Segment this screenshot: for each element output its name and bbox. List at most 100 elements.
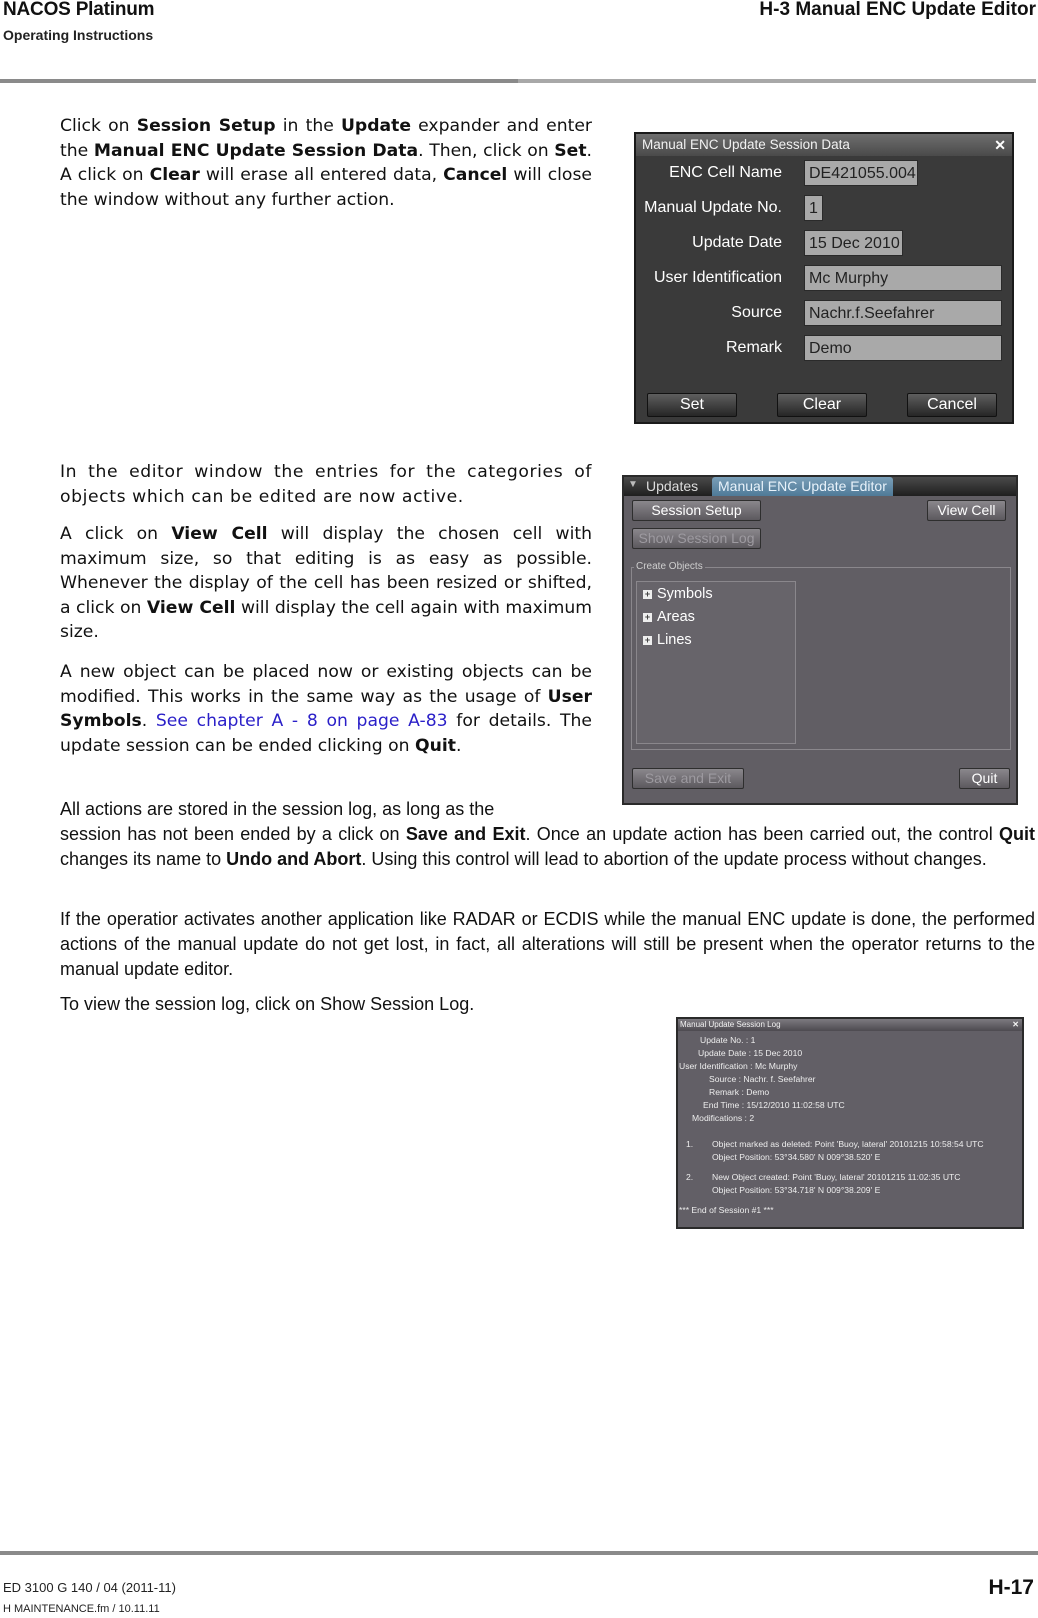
log-entry-line: Object marked as deleted: Point 'Buoy, l… [712, 1139, 984, 1149]
header-divider [0, 79, 1036, 83]
text: . [456, 735, 462, 756]
update-date-input[interactable]: 15 Dec 2010 [804, 230, 903, 256]
paragraph-other-application: If the operatior activates another appli… [60, 909, 1035, 979]
log-end-marker: *** End of Session #1 *** [679, 1205, 774, 1215]
term-view-cell: View Cell [146, 597, 236, 618]
expander-triangle-icon[interactable]: ▼ [628, 479, 638, 490]
dialog-titlebar: Manual ENC Update Session Data ✕ [636, 134, 1012, 156]
source-input[interactable]: Nachr.f.Seefahrer [804, 300, 1002, 326]
field-row-update-date: Update Date 15 Dec 2010 [636, 230, 1012, 258]
footer-divider [0, 1551, 1038, 1555]
expand-plus-icon[interactable]: + [643, 613, 652, 622]
text: session has not been ended by a click on [60, 824, 406, 844]
log-header-line: Remark : Demo [709, 1087, 770, 1097]
close-icon[interactable]: ✕ [994, 134, 1006, 156]
document-subtitle: Operating Instructions [3, 27, 154, 43]
log-entry-position: Object Position: 53°34.580' N 009°38.520… [712, 1152, 881, 1162]
text: . Once an update action has been carried… [525, 824, 999, 844]
show-session-log-button[interactable]: Show Session Log [632, 528, 761, 549]
term-update: Update [340, 116, 411, 136]
field-row-remark: Remark Demo [636, 335, 1012, 363]
field-label: Manual Update No. [644, 199, 782, 216]
cancel-button[interactable]: Cancel [907, 393, 997, 417]
session-data-dialog: Manual ENC Update Session Data ✕ ENC Cel… [634, 132, 1014, 424]
enc-cell-name-input[interactable]: DE421055.004 [804, 160, 918, 186]
text: . [141, 711, 156, 731]
clear-button[interactable]: Clear [777, 393, 867, 417]
field-label: Remark [725, 339, 782, 356]
tree-item-areas[interactable]: + Areas [643, 609, 695, 625]
update-no-input[interactable]: 1 [804, 195, 823, 221]
term-quit: Quit [998, 824, 1035, 844]
field-label: User Identification [653, 269, 782, 286]
create-objects-label: Create Objects [634, 561, 705, 572]
log-entry-line: New Object created: Point 'Buoy, lateral… [712, 1172, 961, 1182]
tree-item-label: Areas [657, 609, 695, 625]
field-row-source: Source Nachr.f.Seefahrer [636, 300, 1012, 328]
paragraph-session-log-intro: All actions are stored in the session lo… [60, 799, 495, 819]
term-set: Set [554, 140, 587, 161]
quit-button[interactable]: Quit [959, 768, 1010, 789]
text: A new object can be placed now or existi… [60, 662, 592, 707]
log-entry-number: 1. [686, 1139, 694, 1149]
document-id: ED 3100 G 140 / 04 (2011-11) [3, 1580, 176, 1595]
view-cell-button[interactable]: View Cell [927, 500, 1006, 521]
log-header-line: Source : Nachr. f. Seefahrer [709, 1074, 816, 1084]
session-setup-button[interactable]: Session Setup [632, 500, 761, 521]
section-title: H-3 Manual ENC Update Editor [759, 0, 1036, 20]
expand-plus-icon[interactable]: + [643, 636, 652, 645]
field-label: Update Date [692, 234, 782, 251]
set-button[interactable]: Set [647, 393, 737, 417]
paragraph-view-cell: A click on View Cell will display the ch… [60, 522, 592, 645]
text: will erase all entered data, [199, 165, 444, 185]
text: Click on [60, 116, 137, 136]
user-identification-input[interactable]: Mc Murphy [804, 265, 1002, 291]
log-title: Manual Update Session Log [680, 1020, 781, 1029]
page-number: H-17 [988, 1576, 1034, 1599]
term-session-setup: Session Setup [136, 116, 276, 136]
expand-plus-icon[interactable]: + [643, 590, 652, 599]
log-header-line: Update Date : 15 Dec 2010 [698, 1048, 803, 1058]
save-and-exit-button[interactable]: Save and Exit [632, 768, 744, 789]
field-row-user-id: User Identification Mc Murphy [636, 265, 1012, 293]
object-category-tree: + Symbols + Areas + Lines [636, 581, 796, 744]
product-title: NACOS Platinum [3, 0, 155, 20]
text: . Then, click on [418, 140, 555, 161]
source-file: H MAINTENANCE.fm / 10.11.11 [3, 1603, 160, 1615]
log-header-line: End Time : 15/12/2010 11:02:58 UTC [703, 1100, 845, 1110]
log-entry-position: Object Position: 53°34.718' N 009°38.209… [712, 1185, 881, 1195]
paragraph-editor-window: In the editor window the entries for the… [60, 462, 592, 507]
chapter-cross-reference-link[interactable]: See chapter A - 8 on page A-83 [156, 711, 448, 731]
field-label: ENC Cell Name [669, 164, 782, 181]
term-quit: Quit [415, 735, 457, 756]
tree-item-symbols[interactable]: + Symbols [643, 586, 713, 602]
paragraph-new-object: A new object can be placed now or existi… [60, 660, 592, 758]
remark-input[interactable]: Demo [804, 335, 1002, 361]
term-save-and-exit: Save and Exit [405, 824, 526, 844]
field-row-enc-cell-name: ENC Cell Name DE421055.004 [636, 160, 1012, 188]
tab-bar: ▼ Updates Manual ENC Update Editor [624, 477, 1016, 496]
term-cancel: Cancel [443, 165, 508, 185]
paragraph-view-session-log: To view the session log, click on Show S… [60, 994, 475, 1014]
log-titlebar: Manual Update Session Log ✕ [678, 1019, 1022, 1031]
field-label: Source [731, 304, 782, 321]
tree-item-lines[interactable]: + Lines [643, 632, 692, 648]
paragraph-session-setup: Click on Session Setup in the Update exp… [60, 114, 592, 212]
term-clear: Clear [149, 165, 200, 185]
close-icon[interactable]: ✕ [1012, 1019, 1019, 1031]
text: A click on [60, 524, 172, 544]
dialog-title: Manual ENC Update Session Data [642, 137, 850, 152]
log-header-line: User Identification : Mc Murphy [679, 1061, 798, 1071]
log-entry-number: 2. [686, 1172, 694, 1182]
paragraph-session-log: session has not been ended by a click on… [60, 822, 1035, 872]
log-header-line: Update No. : 1 [700, 1035, 756, 1045]
term-view-cell: View Cell [171, 524, 268, 544]
tab-manual-enc-update-editor[interactable]: Manual ENC Update Editor [712, 477, 893, 496]
term-undo-and-abort: Undo and Abort [226, 849, 362, 869]
field-row-update-no: Manual Update No. 1 [636, 195, 1012, 223]
term-session-data: Manual ENC Update Session Data [93, 140, 419, 161]
tab-updates[interactable]: Updates [646, 478, 698, 494]
log-header-line: Modifications : 2 [692, 1113, 755, 1123]
tree-item-label: Symbols [657, 586, 713, 602]
tree-item-label: Lines [657, 632, 692, 648]
